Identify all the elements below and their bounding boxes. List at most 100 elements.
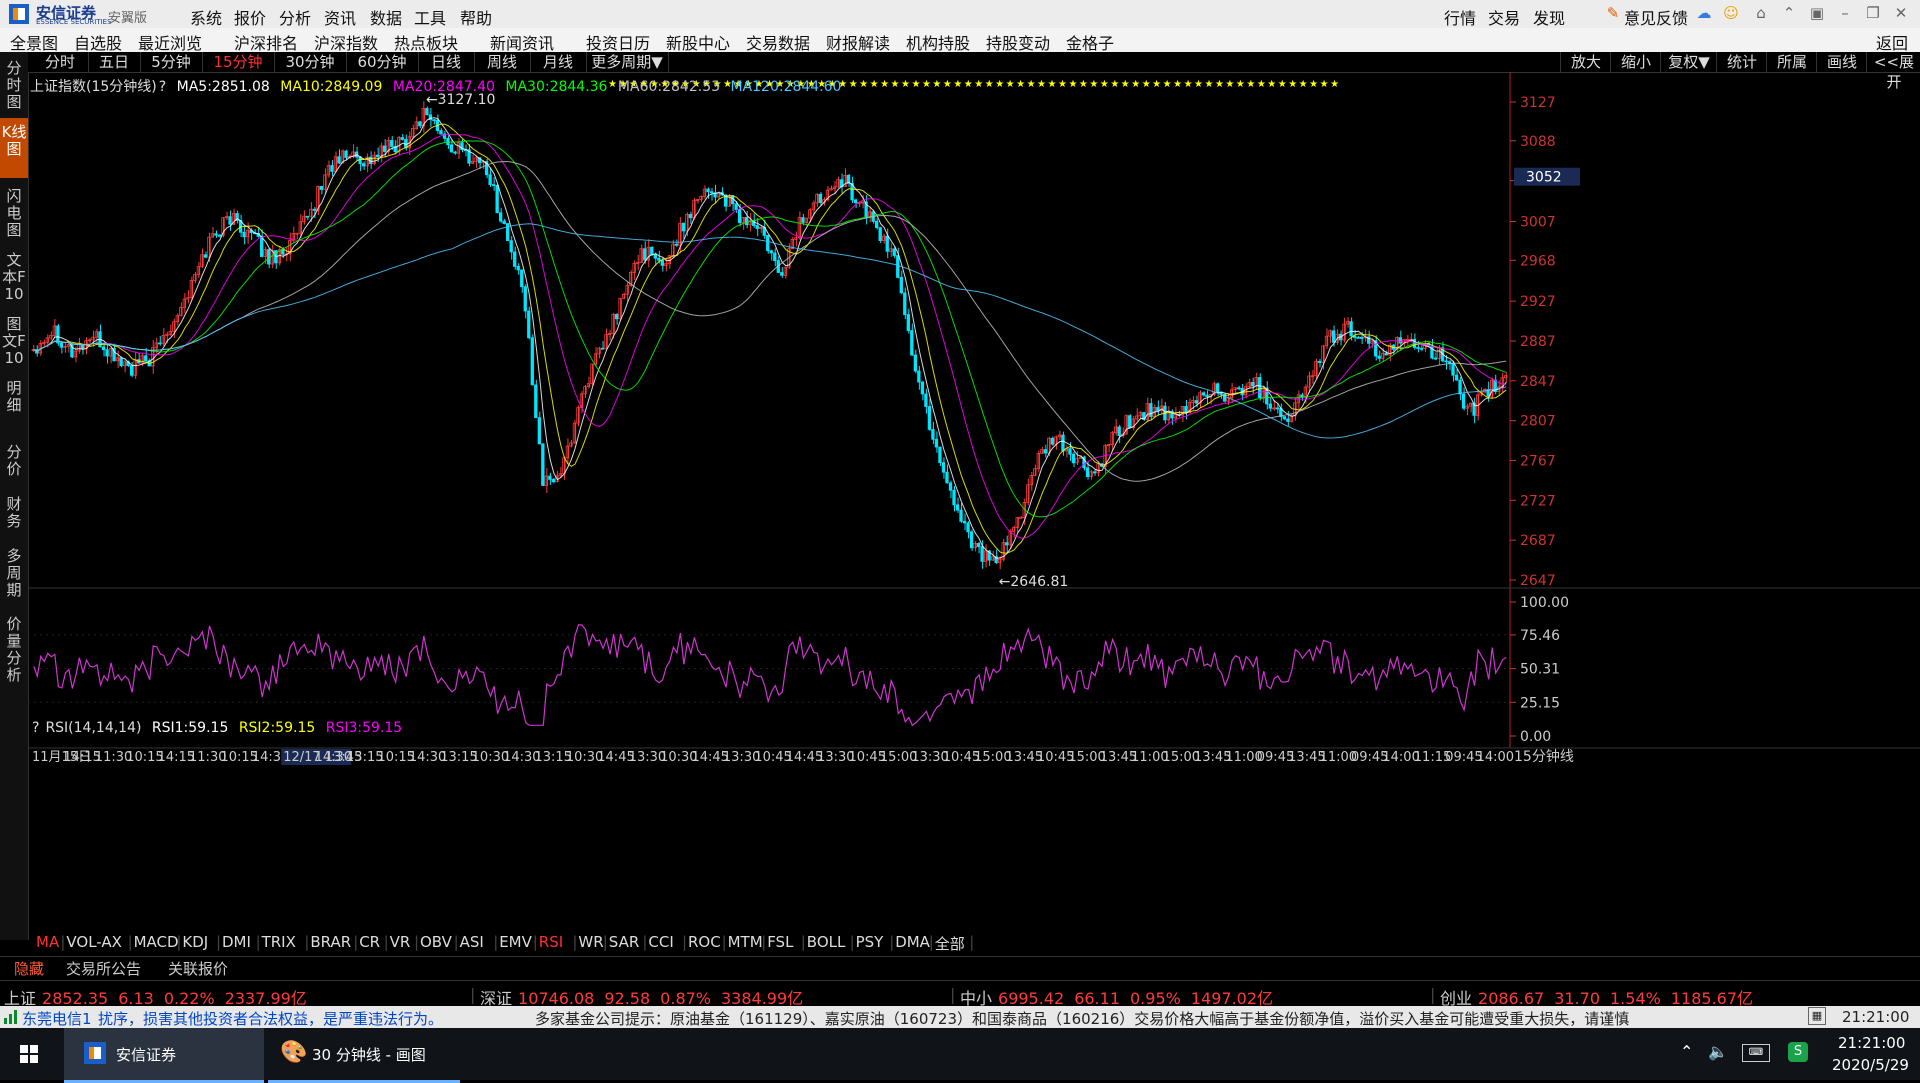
- clock-time[interactable]: 21:21:00: [1838, 1034, 1905, 1052]
- indicator-ma[interactable]: MA: [36, 933, 59, 951]
- keyboard-icon[interactable]: ⌨: [1742, 1044, 1770, 1062]
- menu-quote[interactable]: 报价: [234, 5, 266, 29]
- menu-market[interactable]: 行情: [1444, 5, 1476, 29]
- chevron-up-icon[interactable]: ⌃: [1780, 4, 1798, 22]
- kline-chart[interactable]: 3127308830483007296829272887284728072767…: [28, 72, 1920, 920]
- indicator-rsi[interactable]: RSI: [539, 933, 563, 951]
- skin-icon[interactable]: ⌂: [1752, 4, 1770, 22]
- menu-discover[interactable]: 发现: [1533, 5, 1565, 29]
- belong-button[interactable]: 所属: [1766, 52, 1817, 72]
- indicator-[interactable]: 全部: [935, 933, 965, 954]
- tab-price-dist[interactable]: 分价: [0, 438, 28, 486]
- volume-icon[interactable]: 🔈: [1708, 1042, 1728, 1061]
- related-quote-tab[interactable]: 关联报价: [168, 958, 228, 979]
- statistics-button[interactable]: 统计: [1716, 52, 1767, 72]
- indicator-emv[interactable]: EMV: [499, 933, 532, 951]
- nav-index[interactable]: 沪深指数: [314, 30, 378, 54]
- indicator-dmi[interactable]: DMI: [222, 933, 251, 951]
- period-15min[interactable]: 15分钟: [202, 52, 275, 72]
- indicator-roc[interactable]: ROC: [688, 933, 721, 951]
- tab-volume-analysis[interactable]: 价量分析: [0, 610, 28, 692]
- menu-data[interactable]: 数据: [370, 5, 402, 29]
- feedback-icon[interactable]: ✎: [1604, 4, 1622, 22]
- period-timeshare[interactable]: 分时: [32, 52, 89, 72]
- tab-text-f10[interactable]: 文本F10: [0, 246, 28, 306]
- nav-holdings-change[interactable]: 持股变动: [986, 30, 1050, 54]
- tab-multi-period[interactable]: 多周期: [0, 542, 28, 606]
- close-icon[interactable]: ✕: [1892, 4, 1910, 22]
- indicator-sar[interactable]: SAR: [609, 933, 639, 951]
- nav-jingezi[interactable]: 金格子: [1066, 30, 1114, 54]
- adjust-button[interactable]: 复权▼: [1660, 52, 1717, 72]
- indicator-dma[interactable]: DMA: [895, 933, 930, 951]
- period-month[interactable]: 月线: [530, 52, 587, 72]
- indicator-fsl[interactable]: FSL: [767, 933, 793, 951]
- menu-tools[interactable]: 工具: [414, 5, 446, 29]
- nav-panorama[interactable]: 全景图: [10, 30, 58, 54]
- indicator-cci[interactable]: CCI: [648, 933, 673, 951]
- period-day[interactable]: 日线: [418, 52, 475, 72]
- rsi-help-icon[interactable]: ?: [32, 720, 39, 736]
- menu-system[interactable]: 系统: [190, 5, 222, 29]
- tab-graphic-f10[interactable]: 图文F10: [0, 310, 28, 370]
- tray-chevron-icon[interactable]: ⌃: [1680, 1042, 1693, 1061]
- period-5day[interactable]: 五日: [88, 52, 141, 72]
- smiley-icon[interactable]: ☺: [1722, 4, 1740, 22]
- task-anxin[interactable]: 安信证券: [64, 1028, 264, 1083]
- nav-institution[interactable]: 机构持股: [906, 30, 970, 54]
- feedback-link[interactable]: 意见反馈: [1624, 5, 1688, 29]
- draw-line-button[interactable]: 画线: [1816, 52, 1867, 72]
- tab-finance[interactable]: 财务: [0, 490, 28, 538]
- nav-recent[interactable]: 最近浏览: [138, 30, 202, 54]
- tab-lightning[interactable]: 闪电图: [0, 182, 28, 242]
- indicator-mtm[interactable]: MTM: [728, 933, 763, 951]
- menu-help[interactable]: 帮助: [460, 5, 492, 29]
- input-method-icon[interactable]: S: [1788, 1042, 1808, 1062]
- nav-news[interactable]: 新闻资讯: [490, 30, 554, 54]
- period-60min[interactable]: 60分钟: [346, 52, 419, 72]
- indicator-wr[interactable]: WR: [578, 933, 603, 951]
- expand-button[interactable]: <<展开: [1866, 52, 1920, 91]
- chart-icon[interactable]: ▦: [1808, 1007, 1826, 1025]
- indicator-brar[interactable]: BRAR: [310, 933, 351, 951]
- indicator-kdj[interactable]: KDJ: [182, 933, 208, 951]
- exchange-announce-tab[interactable]: 交易所公告: [66, 958, 141, 979]
- indicator-vr[interactable]: VR: [390, 933, 411, 951]
- indicator-volax[interactable]: VOL-AX: [66, 933, 122, 951]
- nav-earnings[interactable]: 财报解读: [826, 30, 890, 54]
- menu-analysis[interactable]: 分析: [279, 5, 311, 29]
- zoom-in-button[interactable]: 放大: [1560, 52, 1611, 72]
- restore-icon[interactable]: ❐: [1864, 4, 1882, 22]
- nav-watchlist[interactable]: 自选股: [74, 30, 122, 54]
- fund-notice[interactable]: 多家基金公司提示：原油基金（161129）、嘉实原油（160723）和国泰商品（…: [535, 1008, 1629, 1029]
- windows-start-icon[interactable]: [20, 1045, 38, 1063]
- tab-detail[interactable]: 明细: [0, 374, 28, 434]
- period-week[interactable]: 周线: [474, 52, 531, 72]
- period-5min[interactable]: 5分钟: [140, 52, 203, 72]
- indicator-asi[interactable]: ASI: [460, 933, 484, 951]
- nav-ranking[interactable]: 沪深排名: [234, 30, 298, 54]
- back-button[interactable]: 返回: [1876, 30, 1908, 54]
- tab-kline[interactable]: K线图: [0, 118, 28, 178]
- menu-info[interactable]: 资讯: [324, 5, 356, 29]
- hide-tab[interactable]: 隐藏: [14, 958, 44, 979]
- indicator-macd[interactable]: MACD: [134, 933, 179, 951]
- indicator-psy[interactable]: PSY: [856, 933, 884, 951]
- indicator-trix[interactable]: TRIX: [262, 933, 296, 951]
- menu-trade[interactable]: 交易: [1488, 5, 1520, 29]
- pin-icon[interactable]: ▣: [1808, 4, 1826, 22]
- nav-calendar[interactable]: 投资日历: [586, 30, 650, 54]
- zoom-out-button[interactable]: 缩小: [1610, 52, 1661, 72]
- clock-date[interactable]: 2020/5/29: [1832, 1056, 1909, 1074]
- server-name[interactable]: 东莞电信1: [22, 1008, 92, 1029]
- period-more[interactable]: 更多周期▼: [586, 52, 669, 72]
- indicator-obv[interactable]: OBV: [420, 933, 452, 951]
- period-30min[interactable]: 30分钟: [274, 52, 347, 72]
- indicator-boll[interactable]: BOLL: [807, 933, 846, 951]
- nav-ipo-center[interactable]: 新股中心: [666, 30, 730, 54]
- nav-trading-data[interactable]: 交易数据: [746, 30, 810, 54]
- nav-hot-sectors[interactable]: 热点板块: [394, 30, 458, 54]
- minimize-icon[interactable]: –: [1836, 4, 1854, 22]
- ma-help-icon[interactable]: ?: [159, 79, 166, 95]
- tab-timeshare[interactable]: 分时图: [0, 54, 28, 114]
